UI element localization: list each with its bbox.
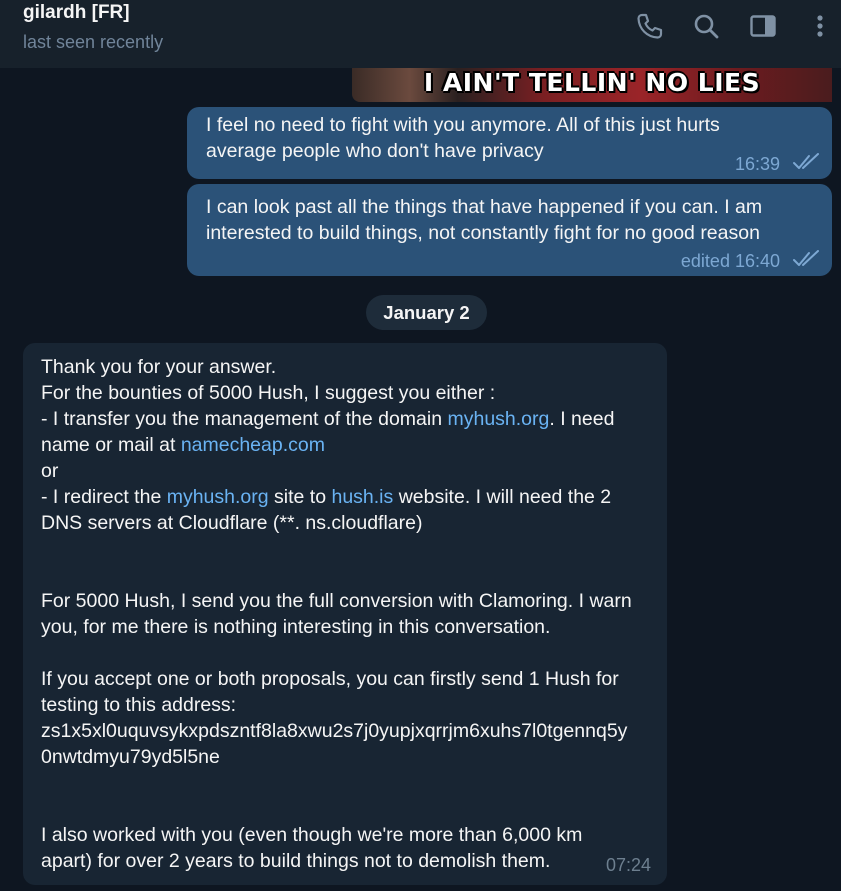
sidebar-toggle-icon[interactable] [747,10,779,42]
line-text: - I redirect the [41,486,167,508]
gif-message[interactable]: I AIN'T TELLIN' NO LIES [352,68,832,102]
message-text: Thank you for your answer. For the bount… [41,354,661,874]
message-line: you, for me there is nothing interesting… [41,616,551,638]
wallet-address-line: 0nwtdmyu79yd5l5ne [41,746,220,768]
line-text: name or mail at [41,434,181,456]
last-seen-status: last seen recently [23,32,164,52]
message-line: For 5000 Hush, I send you the full conve… [41,590,632,612]
message-line: I feel no need to fight with you anymore… [206,114,720,136]
message-line: - I transfer you the management of the d… [41,406,661,432]
date-separator: January 2 [366,295,487,330]
message-time-edited: edited 16:40 [680,251,780,271]
message-line: average people who don't have privacy [206,140,544,162]
message-line: Thank you for your answer. [41,356,277,378]
message-line: I also worked with you (even though we'r… [41,824,583,846]
message-line: or [41,460,59,482]
gif-caption: I AIN'T TELLIN' NO LIES [423,68,761,97]
message-line: interested to build things, not constant… [206,222,760,244]
message-line: I can look past all the things that have… [206,196,763,218]
link-hush-is[interactable]: hush.is [331,486,393,508]
line-text: website. I will need the 2 [393,486,612,508]
message-text: I can look past all the things that have… [206,194,818,246]
double-check-icon [793,153,819,169]
line-text: . I need [549,408,615,430]
message-line: DNS servers at Cloudflare (**. ns.cloudf… [41,512,423,534]
chat-title[interactable]: gilardh [FR] [23,2,130,24]
message-line: apart) for over 2 years to build things … [41,850,551,872]
outgoing-message[interactable]: I can look past all the things that have… [187,184,832,276]
message-line: name or mail at namecheap.com [41,432,661,458]
message-line: For the bounties of 5000 Hush, I suggest… [41,382,496,404]
line-text: site to [268,486,332,508]
link-namecheap[interactable]: namecheap.com [181,434,325,456]
chat-header: gilardh [FR] last seen recently [0,0,841,68]
message-time: 16:39 [734,154,780,174]
double-check-icon [793,250,819,266]
message-time: 07:24 [605,855,651,875]
message-line: If you accept one or both proposals, you… [41,668,619,690]
more-vertical-icon[interactable] [804,10,836,42]
line-text: - I transfer you the management of the d… [41,408,448,430]
outgoing-message[interactable]: I feel no need to fight with you anymore… [187,107,832,179]
link-myhush[interactable]: myhush.org [167,486,269,508]
link-myhush[interactable]: myhush.org [447,408,549,430]
wallet-address-line: zs1x5xl0uquvsykxpdszntf8la8xwu2s7j0yupjx… [41,720,628,742]
message-text: I feel no need to fight with you anymore… [206,112,818,164]
message-line: - I redirect the myhush.org site to hush… [41,484,661,510]
message-line: testing to this address: [41,694,237,716]
phone-icon[interactable] [633,10,665,42]
search-icon[interactable] [690,10,722,42]
incoming-message[interactable]: Thank you for your answer. For the bount… [23,343,667,885]
